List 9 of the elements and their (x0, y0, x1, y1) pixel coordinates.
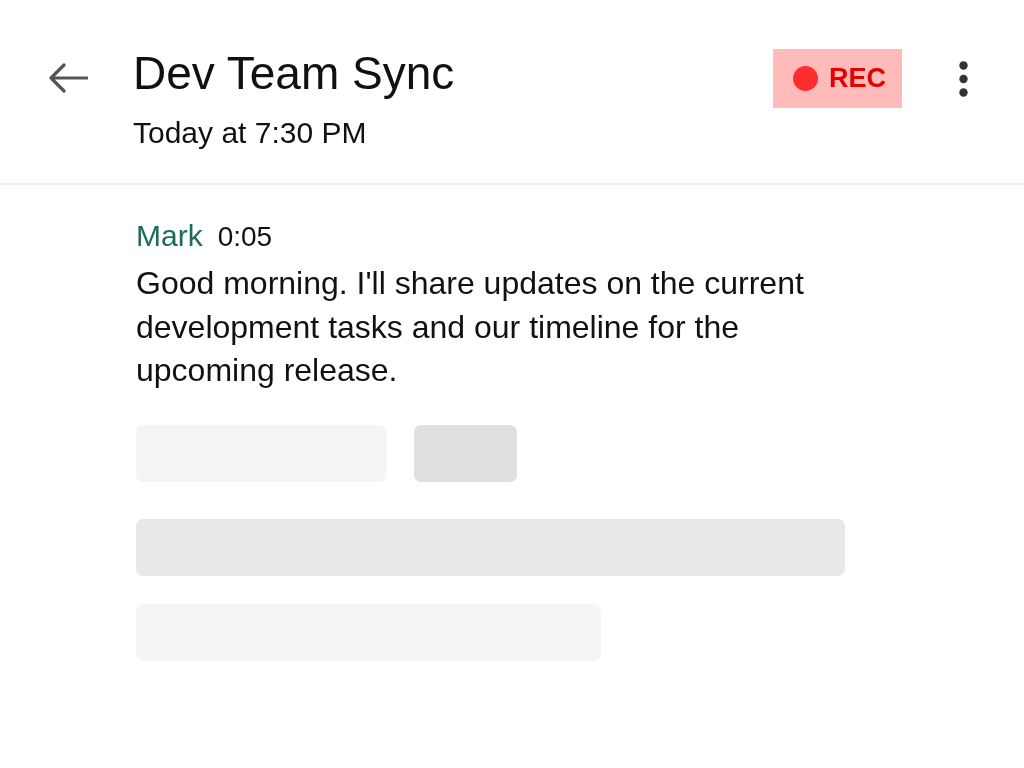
transcript-text: Good morning. I'll share updates on the current development tasks and our timeline for the upcoming release. (136, 264, 805, 390)
back-arrow-icon (48, 63, 88, 93)
back-button[interactable] (46, 60, 90, 96)
meeting-title: Dev Team Sync (133, 46, 455, 100)
speaker-name: Mark (136, 218, 203, 254)
timestamp: 0:05 (217, 220, 273, 254)
more-options-icon (958, 60, 968, 97)
meeting-time: Today at 7:30 PM (133, 116, 368, 150)
recording-label: REC (829, 65, 886, 92)
